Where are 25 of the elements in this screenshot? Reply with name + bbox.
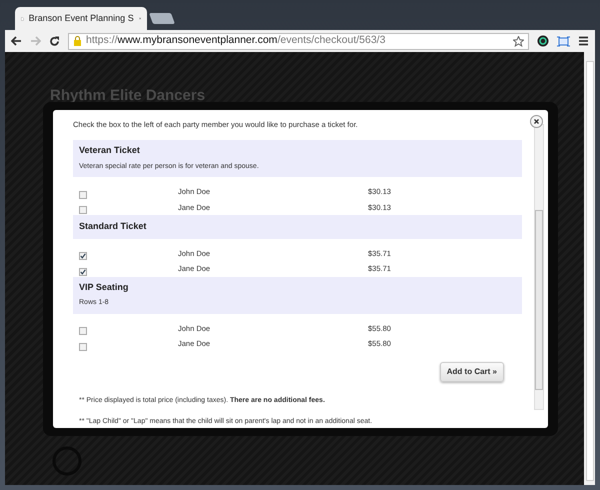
scrollbar[interactable] <box>584 52 595 485</box>
checkbox[interactable] <box>79 206 87 214</box>
browser-tab[interactable]: Branson Event Planning S <box>15 7 147 30</box>
back-icon[interactable] <box>11 36 22 46</box>
lock-icon <box>73 36 82 46</box>
star-icon[interactable] <box>513 36 524 46</box>
menu-icon[interactable] <box>578 36 589 46</box>
group-title: VIP Seating <box>79 280 130 294</box>
reload-icon[interactable] <box>49 36 60 46</box>
extension-icon[interactable] <box>537 35 549 47</box>
screen-icon[interactable] <box>557 36 570 46</box>
url-text: https://www.mybransoneventplanner.com/events/checkout/563/3 <box>86 33 386 48</box>
add-to-cart-button[interactable]: Add to Cart » <box>440 362 504 382</box>
checkbox[interactable] <box>79 268 87 276</box>
checkbox[interactable] <box>79 190 87 198</box>
new-tab-button[interactable] <box>149 13 175 24</box>
address-bar[interactable]: https://www.mybransoneventplanner.com/events/checkout/563/3 <box>68 32 529 50</box>
checkbox[interactable] <box>79 342 87 350</box>
close-icon[interactable] <box>530 115 543 128</box>
group-title: Veteran Ticket <box>79 144 141 158</box>
checkbox[interactable] <box>79 327 87 335</box>
tab-title: Branson Event Planning S <box>28 12 134 25</box>
modal-scrollbar[interactable] <box>534 124 544 410</box>
group-title: Standard Ticket <box>79 220 148 234</box>
checkbox[interactable] <box>79 252 87 260</box>
